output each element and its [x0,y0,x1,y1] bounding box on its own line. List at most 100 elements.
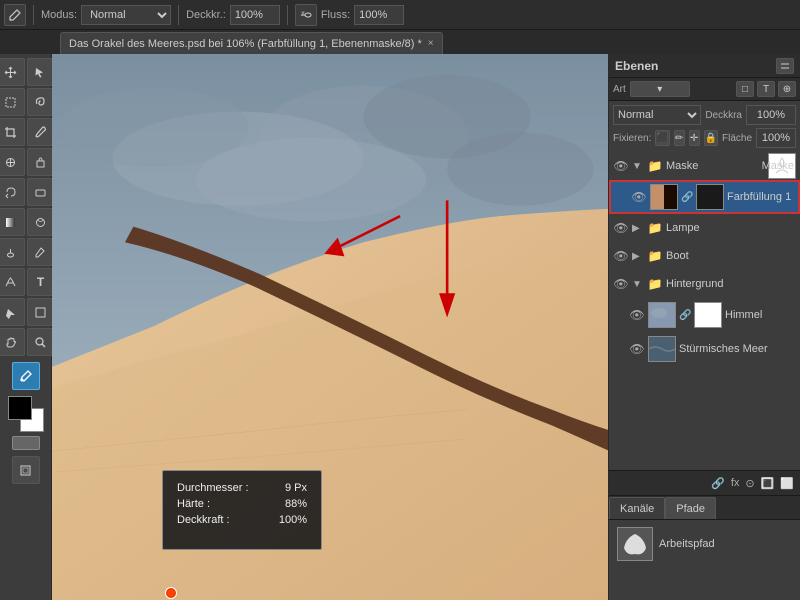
panel-menu-icon[interactable] [776,58,794,74]
hardness-label: Härte : [177,497,269,511]
maske-folder-icon: 📁 [647,158,663,174]
eraser-tool[interactable] [27,178,55,206]
farbfullung-row[interactable]: 👁 🔗 Farbfüllung 1 [609,180,800,214]
boot-group-row[interactable]: 👁 ▶ 📁 Boot [609,242,800,270]
hardness-value: 88% [271,497,307,511]
healing-tool[interactable] [0,148,25,176]
layer-icon-2[interactable]: T [757,81,775,97]
dodge-tool[interactable] [0,238,25,266]
arbeitspfad-item[interactable]: Arbeitspfad [613,524,796,564]
separator-2 [178,5,179,25]
airbrush-icon[interactable] [295,4,317,26]
opacity-input[interactable]: 100% [230,5,280,25]
lasso-tool[interactable] [27,88,55,116]
text-tool[interactable]: T [27,268,55,296]
lampe-expand[interactable]: ▶ [632,223,644,234]
boot-expand[interactable]: ▶ [632,251,644,262]
shape-tool[interactable] [27,298,55,326]
boot-folder-icon: 📁 [647,248,663,264]
boot-eye[interactable]: 👁 [613,248,629,264]
maske-expand[interactable]: ▼ [632,161,644,172]
maske-group-row[interactable]: 👁 ▼ 📁 Maske Maske [609,152,800,180]
arbeitspfad-name: Arbeitspfad [659,538,715,550]
layers-title: Ebenen [615,59,658,73]
layer-list: 👁 ▼ 📁 Maske Maske 👁 🔗 Farbfüllu [609,152,800,470]
zoom-tool[interactable] [27,328,55,356]
top-toolbar: Modus: Normal Deckkr.: 100% Fluss: 100% [0,0,800,30]
foreground-color[interactable] [8,396,32,420]
layers-controls: Normal Deckkra Fixieren: ⬛ ✏ ✛ 🔒 Fläche [609,101,800,152]
stamp-tool[interactable] [27,148,55,176]
hintergrund-group-row[interactable]: 👁 ▼ 📁 Hintergrund [609,270,800,298]
farbfullung-thumb [650,184,678,210]
deckkraft-value: 100% [271,513,307,527]
main-area: T [0,54,800,600]
opacity-col-label: Deckkra [705,110,742,121]
quick-mask-button[interactable] [12,436,40,450]
himmel-eye[interactable]: 👁 [629,307,645,323]
farbfullung-eye[interactable]: 👁 [631,189,647,205]
deckkraft-label: Deckkraft : [177,513,269,527]
history-brush-tool[interactable] [0,178,25,206]
lock-all-btn[interactable]: 🔒 [704,130,718,146]
layer-icon-1[interactable]: □ [736,81,754,97]
screen-mode-button[interactable] [12,456,40,484]
fill-value-input[interactable] [756,128,796,148]
mode-select[interactable]: Normal [81,5,171,25]
meer-eye[interactable]: 👁 [629,341,645,357]
pfade-tab[interactable]: Pfade [665,497,716,519]
canvas-area[interactable]: Durchmesser : 9 Px Härte : 88% Deckkraft… [52,54,608,600]
tool-pair-text: T [0,268,55,296]
art-select[interactable]: ▾ [630,81,690,97]
color-swatches[interactable] [8,396,44,432]
himmel-link[interactable]: 🔗 [679,310,691,321]
brush-tool-icon[interactable] [4,4,26,26]
pen-tool[interactable] [27,238,55,266]
arbeitspfad-thumb [617,527,653,561]
farbfullung-link[interactable]: 🔗 [681,192,693,203]
hintergrund-eye[interactable]: 👁 [613,276,629,292]
move-tool[interactable] [0,58,25,86]
direct-select-tool[interactable] [0,298,25,326]
himmel-row[interactable]: 👁 🔗 Himmel [609,298,800,332]
selection-tool[interactable] [27,58,55,86]
blend-mode-select[interactable]: Normal [613,105,701,125]
fill-label: Fläche [722,133,752,144]
new-layer-icon: 🔳 [761,477,775,490]
flow-input[interactable]: 100% [354,5,404,25]
lock-position-btn[interactable]: ✛ [689,130,700,146]
kanale-tab[interactable]: Kanäle [609,497,665,519]
farbfullung-name: Farbfüllung 1 [727,191,794,203]
canvas-painting [52,54,608,600]
lampe-eye[interactable]: 👁 [613,220,629,236]
close-tab-icon[interactable]: × [428,38,434,49]
lock-transparent-btn[interactable]: ⬛ [655,130,669,146]
brush-tooltip: Durchmesser : 9 Px Härte : 88% Deckkraft… [162,470,322,550]
hand-tool[interactable] [0,328,25,356]
pfade-panel: Arbeitspfad [609,520,800,600]
path-select-tool[interactable] [0,268,25,296]
brush-tool-active[interactable] [12,362,40,390]
opacity-value-input[interactable] [746,105,796,125]
lock-image-btn[interactable]: ✏ [674,130,685,146]
hintergrund-expand[interactable]: ▼ [632,279,644,290]
meer-row[interactable]: 👁 Stürmisches Meer [609,332,800,366]
maske-eye[interactable]: 👁 [613,158,629,174]
farbfullung-mask [696,184,724,210]
eyedropper-tool[interactable] [27,118,55,146]
gradient-tool[interactable] [0,208,25,236]
document-tab[interactable]: Das Orakel des Meeres.psd bei 106% (Farb… [60,32,443,54]
tool-pair-view [0,328,55,356]
lampe-group-row[interactable]: 👁 ▶ 📁 Lampe [609,214,800,242]
maske-layer-name: Maske [666,160,765,172]
layer-icon-3[interactable]: ⊕ [778,81,796,97]
tool-pair-lasso [0,88,55,116]
mode-opacity-row: Normal Deckkra [613,105,796,125]
blur-tool[interactable] [27,208,55,236]
tool-pair-heal [0,148,55,176]
marquee-tool[interactable] [0,88,25,116]
himmel-layer-name: Himmel [725,309,796,321]
crop-tool[interactable] [0,118,25,146]
meer-layer-name: Stürmisches Meer [679,343,796,355]
fx-label: fx [731,477,740,489]
